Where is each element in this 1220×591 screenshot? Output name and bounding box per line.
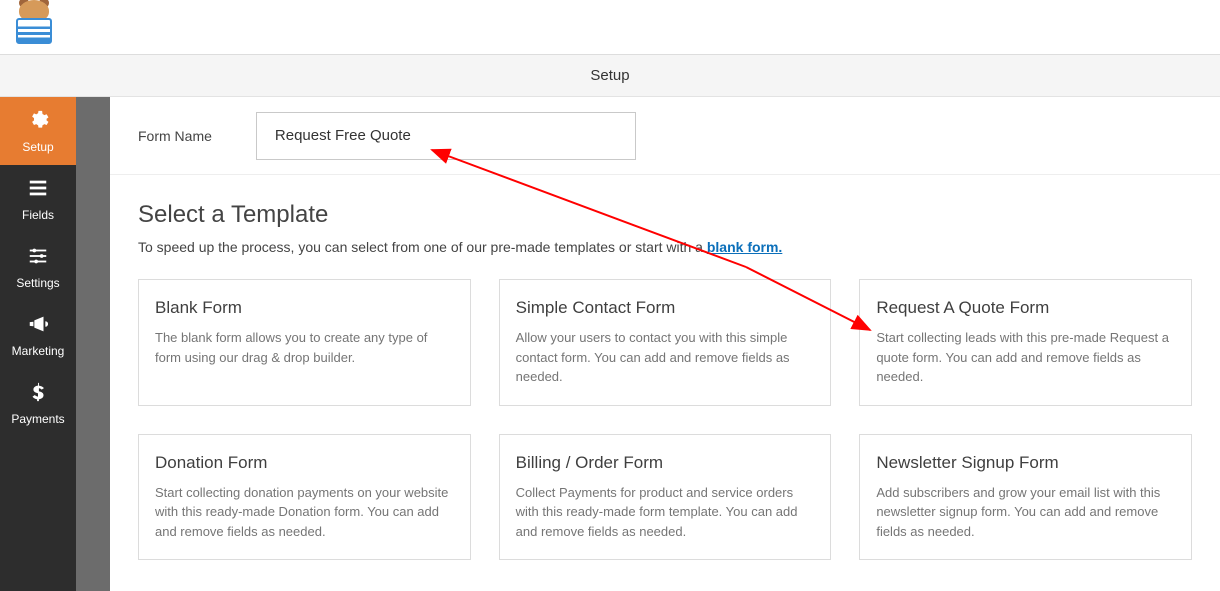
card-title: Simple Contact Form [516, 298, 815, 318]
sidebar-item-fields[interactable]: Fields [0, 165, 76, 233]
form-name-label: Form Name [138, 128, 212, 144]
form-name-panel: Form Name [110, 97, 1220, 175]
card-title: Billing / Order Form [516, 453, 815, 473]
sidebar-item-settings[interactable]: Settings [0, 233, 76, 301]
tab-bar: Setup [0, 55, 1220, 97]
template-section: Select a Template To speed up the proces… [110, 175, 1220, 560]
card-desc: Start collecting leads with this pre-mad… [876, 328, 1175, 387]
template-title: Select a Template [138, 201, 1192, 229]
card-billing-order-form[interactable]: Billing / Order Form Collect Payments fo… [499, 434, 832, 561]
template-subtitle: To speed up the process, you can select … [138, 239, 1192, 255]
card-desc: The blank form allows you to create any … [155, 328, 454, 367]
bullhorn-icon [27, 313, 49, 338]
sidebar-label: Settings [16, 276, 59, 290]
card-newsletter-signup-form[interactable]: Newsletter Signup Form Add subscribers a… [859, 434, 1192, 561]
sliders-icon [27, 245, 49, 270]
sidebar-item-setup[interactable]: Setup [0, 97, 76, 165]
card-simple-contact-form[interactable]: Simple Contact Form Allow your users to … [499, 279, 832, 406]
card-desc: Collect Payments for product and service… [516, 483, 815, 542]
card-desc: Allow your users to contact you with thi… [516, 328, 815, 387]
top-logo-bar [0, 0, 1220, 55]
gray-margin [76, 97, 110, 591]
card-request-quote-form[interactable]: Request A Quote Form Start collecting le… [859, 279, 1192, 406]
card-title: Newsletter Signup Form [876, 453, 1175, 473]
gear-icon [27, 109, 49, 134]
sidebar-item-marketing[interactable]: Marketing [0, 301, 76, 369]
wpforms-logo [10, 0, 58, 48]
card-desc: Start collecting donation payments on yo… [155, 483, 454, 542]
sidebar-label: Fields [22, 208, 54, 222]
card-title: Donation Form [155, 453, 454, 473]
tab-setup[interactable]: Setup [590, 67, 629, 84]
left-sidebar: Setup Fields Settings Marketing Payments [0, 97, 76, 591]
sidebar-label: Marketing [12, 344, 65, 358]
dollar-icon [27, 381, 49, 406]
form-name-input[interactable] [256, 112, 636, 160]
list-icon [27, 177, 49, 202]
template-cards: Blank Form The blank form allows you to … [138, 279, 1192, 560]
card-blank-form[interactable]: Blank Form The blank form allows you to … [138, 279, 471, 406]
blank-form-link[interactable]: blank form. [707, 239, 782, 255]
card-title: Request A Quote Form [876, 298, 1175, 318]
main-content: Form Name Select a Template To speed up … [110, 97, 1220, 591]
sidebar-label: Setup [22, 140, 53, 154]
template-subtitle-text: To speed up the process, you can select … [138, 239, 707, 255]
card-desc: Add subscribers and grow your email list… [876, 483, 1175, 542]
card-title: Blank Form [155, 298, 454, 318]
sidebar-label: Payments [11, 412, 64, 426]
sidebar-item-payments[interactable]: Payments [0, 369, 76, 437]
card-donation-form[interactable]: Donation Form Start collecting donation … [138, 434, 471, 561]
